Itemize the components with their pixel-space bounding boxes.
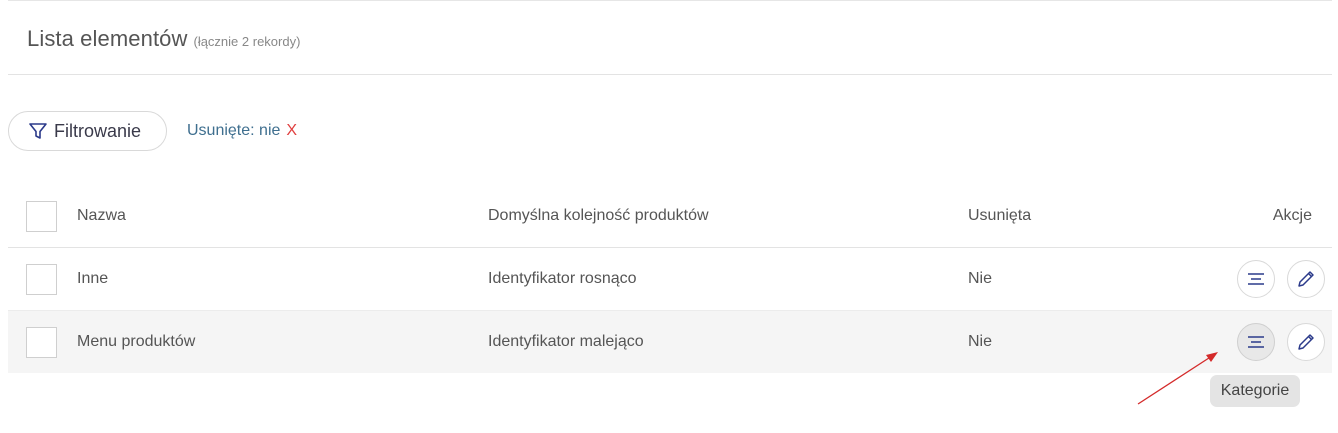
- filter-button-label: Filtrowanie: [54, 120, 142, 141]
- row-deleted: Nie: [968, 270, 993, 287]
- row-name: Menu produktów: [77, 333, 196, 350]
- header-divider: [8, 74, 1332, 75]
- page-header: Lista elementów (łącznie 2 rekordy): [27, 26, 300, 54]
- row-checkbox[interactable]: [26, 263, 57, 295]
- row-order: Identyfikator rosnąco: [488, 270, 637, 287]
- categories-button[interactable]: [1237, 323, 1275, 361]
- page-title: Lista elementów: [27, 26, 188, 51]
- categories-tooltip: Kategorie: [1210, 375, 1300, 407]
- list-lines-icon: [1248, 336, 1264, 348]
- edit-button[interactable]: [1287, 260, 1325, 298]
- table-header-row: Nazwa Domyślna kolejność produktów Usuni…: [8, 185, 1332, 248]
- active-filter-chip: Usunięte: nie X: [187, 122, 297, 140]
- column-header-name[interactable]: Nazwa: [77, 207, 126, 225]
- pencil-icon: [1298, 271, 1314, 287]
- column-header-actions: Akcje: [1272, 207, 1312, 224]
- pencil-icon: [1298, 334, 1314, 350]
- filter-button[interactable]: Filtrowanie: [8, 111, 167, 151]
- record-count: (łącznie 2 rekordy): [193, 34, 301, 49]
- row-checkbox[interactable]: [26, 326, 57, 358]
- row-order: Identyfikator malejąco: [488, 333, 644, 350]
- active-filter-label: Usunięte: nie: [187, 122, 281, 139]
- funnel-icon: [29, 123, 47, 139]
- row-deleted: Nie: [968, 333, 993, 350]
- list-lines-icon: [1248, 273, 1264, 285]
- remove-filter-button[interactable]: X: [286, 122, 297, 140]
- column-header-order[interactable]: Domyślna kolejność produktów: [488, 207, 709, 225]
- row-name: Inne: [77, 270, 109, 287]
- categories-button[interactable]: [1237, 260, 1275, 298]
- column-header-deleted[interactable]: Usunięta: [968, 207, 1031, 225]
- table-row: Inne Identyfikator rosnąco Nie: [8, 248, 1332, 311]
- top-divider: [8, 0, 1332, 1]
- select-all-checkbox[interactable]: [26, 200, 57, 232]
- edit-button[interactable]: [1287, 323, 1325, 361]
